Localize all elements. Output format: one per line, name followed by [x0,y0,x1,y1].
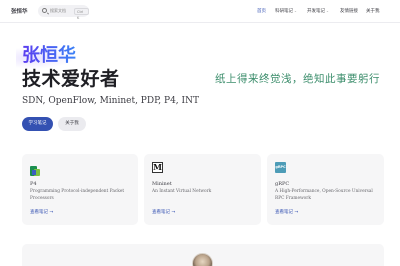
feature-card-p4[interactable]: P4 Programming Protocol-independent Pack… [22,154,138,225]
card-link-label: 查看笔记 [152,210,170,215]
card-link[interactable]: 查看笔记 → [275,209,298,215]
card-title: P4 [30,181,37,187]
hero-tagline: SDN, OpenFlow, Mininet, PDP, P4, INT [22,96,199,106]
arrow-right-icon: → [171,210,176,215]
card-title: Mininet [152,181,172,187]
p4-logo-icon [30,162,41,176]
card-link[interactable]: 查看笔记 → [152,209,175,215]
hero-quote: 纸上得来终觉浅，绝知此事要躬行 [215,73,380,85]
card-link-label: 查看笔记 [275,210,293,215]
arrow-right-icon: → [294,210,299,215]
grpc-logo-icon: gRPC [275,162,286,173]
mininet-logo-icon: M [152,162,163,173]
nav-research-notes-label: 科研笔记 [275,9,293,14]
nav-dev-notes[interactable]: 开发笔记⌄ [307,8,329,14]
nav-research-notes[interactable]: 科研笔记⌄ [275,8,297,14]
nav-about[interactable]: 关于我 [366,8,380,14]
search-icon [42,8,47,13]
search-shortcut: Ctrl K [74,7,89,20]
search-placeholder: 搜索文档 [50,8,66,13]
about-me-button[interactable]: 关于我 [58,117,86,131]
feature-card-mininet[interactable]: M Mininet An Instant Virtual Network 查看笔… [144,154,261,225]
feature-card-grpc[interactable]: gRPC gRPC A High-Performance, Open-Sourc… [267,154,384,225]
nav-friend-links[interactable]: 友情链接 [340,8,358,14]
arrow-right-icon: → [49,210,54,215]
hero-text: 技术爱好者 [22,68,120,90]
top-navbar: 张恒华 搜索文档 Ctrl K 首页 科研笔记⌄ 开发笔记⌄ 友情链接 关于我 [0,0,400,23]
card-description: A High-Performance, Open-Source Universa… [275,189,373,201]
card-description: Programming Protocol-independent Packet … [30,189,125,201]
nav-home[interactable]: 首页 [257,8,266,14]
site-title[interactable]: 张恒华 [11,7,28,15]
study-notes-button[interactable]: 学习笔记 [22,117,53,131]
card-link-label: 查看笔记 [30,210,48,215]
card-title: gRPC [275,181,290,187]
chevron-down-icon: ⌄ [294,9,297,13]
search-button[interactable]: 搜索文档 Ctrl K [38,5,89,20]
nav-dev-notes-label: 开发笔记 [307,9,325,14]
card-description: An Instant Virtual Network [152,189,212,194]
chevron-down-icon: ⌄ [326,9,329,13]
hero-name: 张恒华 [22,45,76,66]
card-link[interactable]: 查看笔记 → [30,209,53,215]
